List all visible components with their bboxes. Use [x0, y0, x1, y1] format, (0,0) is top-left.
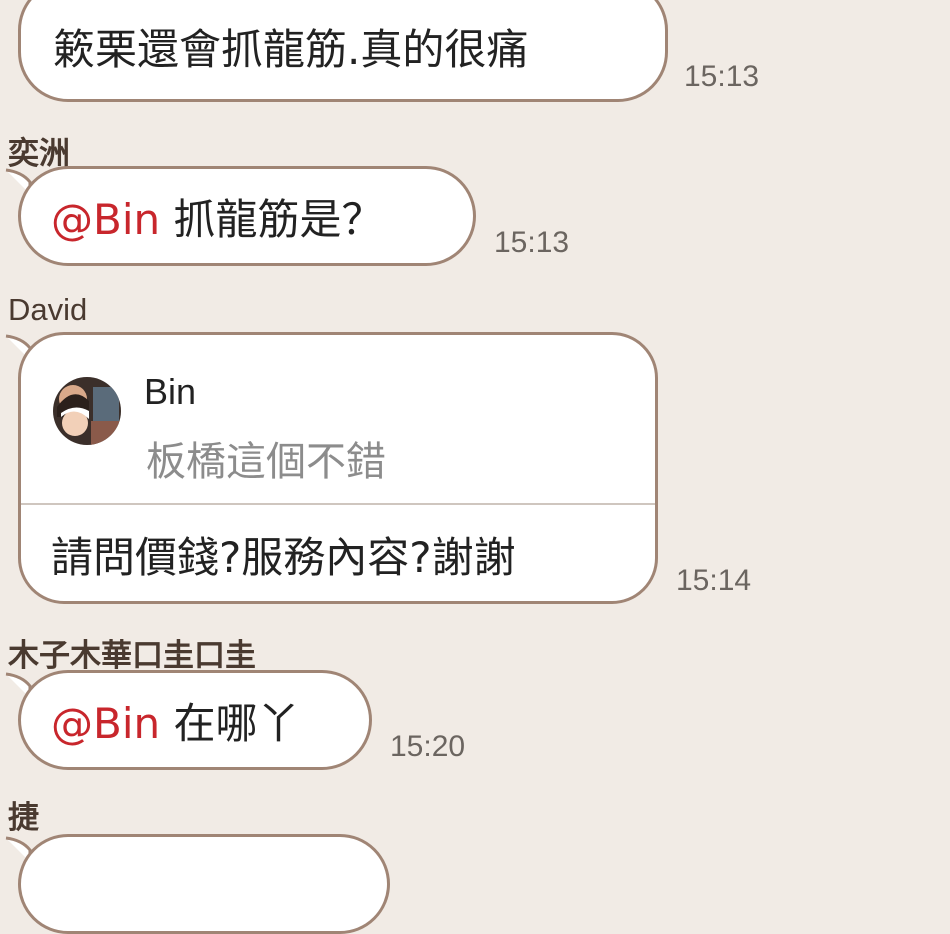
message-timestamp: 15:20: [390, 730, 466, 763]
message-bubble[interactable]: 簌栗還會抓龍筋.真的很痛: [18, 0, 668, 102]
quoted-user-name: Bin: [144, 371, 197, 412]
quoted-message-text: 板橋這個不錯: [146, 439, 386, 485]
message-body: 抓龍筋是？: [160, 195, 384, 244]
quote-divider: [21, 503, 655, 505]
message-timestamp: 15:13: [494, 226, 570, 259]
message-body: 在哪丫: [160, 699, 300, 748]
message-text: 請問價錢?服務內容?謝謝: [51, 533, 516, 582]
message-text: @Bin 在哪丫: [51, 703, 299, 745]
message-text: 簌栗還會抓龍筋.真的很痛: [53, 25, 529, 74]
message-bubble[interactable]: @Bin 在哪丫: [18, 670, 372, 770]
message-bubble[interactable]: [18, 834, 390, 934]
reply-message-bubble[interactable]: Bin 板橋這個不錯 請問價錢?服務內容?謝謝: [18, 332, 658, 604]
sender-name: David: [8, 292, 88, 327]
sender-name: 木子木華口圭口圭: [8, 638, 256, 674]
message-bubble[interactable]: @Bin 抓龍筋是？: [18, 166, 476, 266]
sender-name: 捷: [8, 800, 39, 836]
message-timestamp: 15:14: [676, 564, 752, 597]
mention-link[interactable]: @Bin: [51, 699, 160, 748]
mention-link[interactable]: @Bin: [51, 195, 160, 244]
quoted-user-avatar[interactable]: [53, 377, 121, 445]
message-text: @Bin 抓龍筋是？: [51, 199, 383, 241]
message-timestamp: 15:13: [684, 60, 760, 93]
